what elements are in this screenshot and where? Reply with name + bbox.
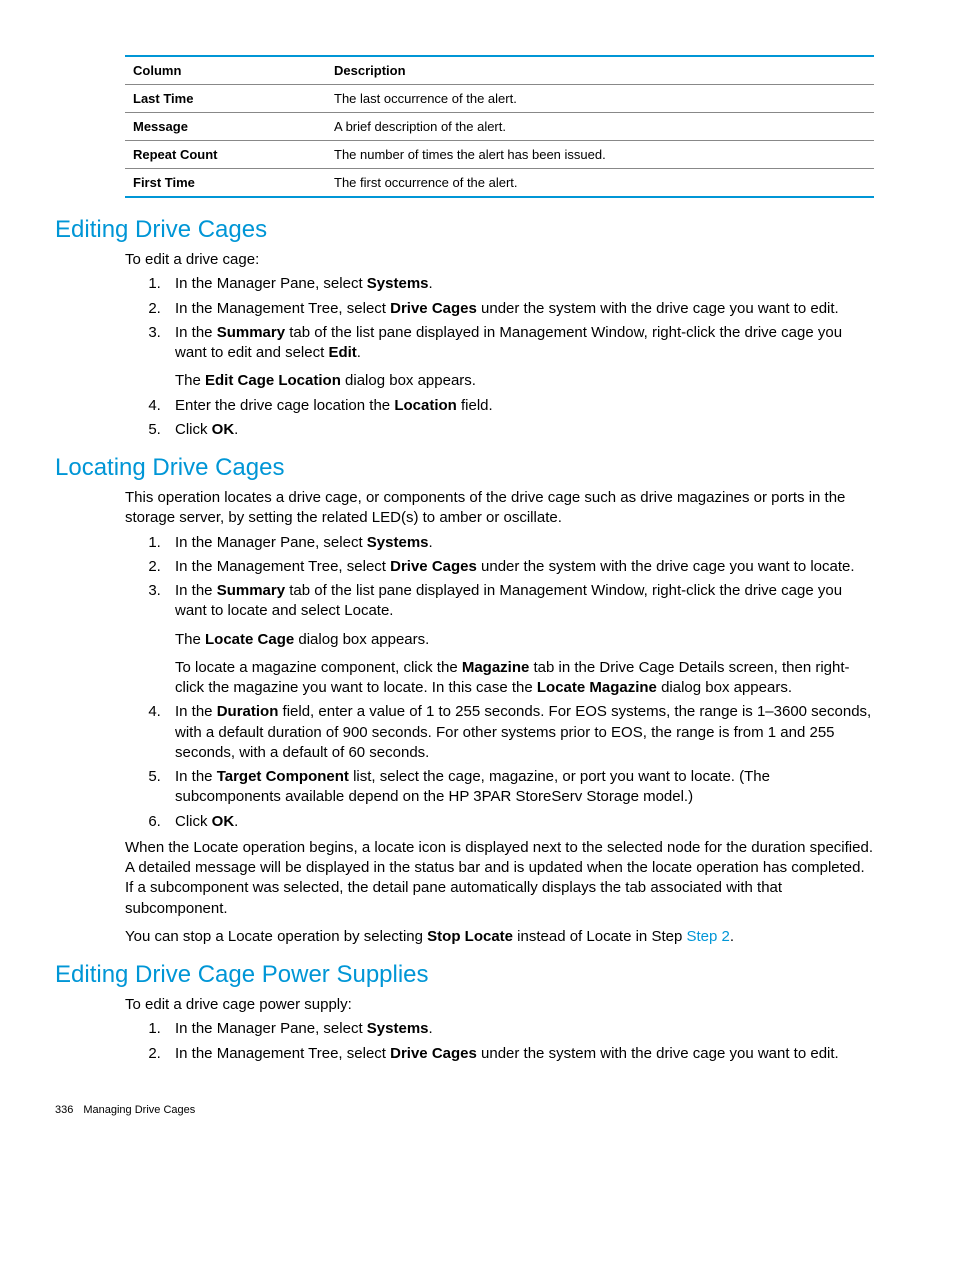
heading-locating-drive-cages: Locating Drive Cages — [55, 454, 874, 482]
bold-text: Duration — [217, 703, 279, 720]
text: . — [429, 534, 433, 551]
cell-desc: The first occurrence of the alert. — [326, 169, 874, 198]
text: In the Management Tree, select — [175, 558, 390, 575]
heading-editing-drive-cages: Editing Drive Cages — [55, 216, 874, 244]
bold-text: Magazine — [462, 659, 530, 676]
sub-paragraph: To locate a magazine component, click th… — [175, 658, 874, 699]
cell-desc: A brief description of the alert. — [326, 113, 874, 141]
steps-list-edit-power: In the Manager Pane, select Systems. In … — [125, 1019, 874, 1064]
bold-text: Edit Cage Location — [205, 372, 341, 389]
text: . — [234, 421, 238, 438]
text: The — [175, 372, 205, 389]
paragraph: You can stop a Locate operation by selec… — [125, 927, 874, 947]
bold-text: OK — [212, 813, 235, 830]
text: In the Manager Pane, select — [175, 275, 367, 292]
heading-editing-power-supplies: Editing Drive Cage Power Supplies — [55, 961, 874, 989]
text: . — [429, 275, 433, 292]
bold-text: Stop Locate — [427, 928, 513, 945]
text: In the — [175, 703, 217, 720]
list-item: Click OK. — [165, 812, 874, 832]
cell-col: Repeat Count — [125, 141, 326, 169]
text: under the system with the drive cage you… — [477, 1045, 839, 1062]
bold-text: Location — [394, 397, 457, 414]
text: The — [175, 631, 205, 648]
bold-text: Drive Cages — [390, 300, 477, 317]
table-header-column: Column — [125, 56, 326, 85]
document-page: Column Description Last Time The last oc… — [0, 0, 954, 1156]
bold-text: Locate Magazine — [537, 679, 657, 696]
paragraph: When the Locate operation begins, a loca… — [125, 838, 874, 919]
text: field. — [457, 397, 493, 414]
text: instead of Locate in Step — [513, 928, 686, 945]
list-item: Click OK. — [165, 420, 874, 440]
text: . — [234, 813, 238, 830]
table-row: Message A brief description of the alert… — [125, 113, 874, 141]
text: . — [730, 928, 734, 945]
table-row: Last Time The last occurrence of the ale… — [125, 85, 874, 113]
cell-col: Message — [125, 113, 326, 141]
text: In the Manager Pane, select — [175, 1020, 367, 1037]
text: In the Manager Pane, select — [175, 534, 367, 551]
cell-desc: The last occurrence of the alert. — [326, 85, 874, 113]
list-item: In the Management Tree, select Drive Cag… — [165, 299, 874, 319]
text: Click — [175, 813, 212, 830]
steps-list-edit-cages: In the Manager Pane, select Systems. In … — [125, 274, 874, 440]
list-item: In the Management Tree, select Drive Cag… — [165, 557, 874, 577]
text: dialog box appears. — [657, 679, 792, 696]
text: To locate a magazine component, click th… — [175, 659, 462, 676]
page-footer: 336 Managing Drive Cages — [55, 1104, 874, 1116]
list-item: Enter the drive cage location the Locati… — [165, 396, 874, 416]
text: under the system with the drive cage you… — [477, 558, 855, 575]
text: . — [429, 1020, 433, 1037]
bold-text: Systems — [367, 275, 429, 292]
list-item: In the Manager Pane, select Systems. — [165, 1019, 874, 1039]
intro-text: To edit a drive cage: — [125, 250, 874, 270]
list-item: In the Duration field, enter a value of … — [165, 702, 874, 763]
list-item: In the Summary tab of the list pane disp… — [165, 581, 874, 698]
cell-col: Last Time — [125, 85, 326, 113]
text: dialog box appears. — [341, 372, 476, 389]
text: In the — [175, 324, 217, 341]
bold-text: Target Component — [217, 768, 349, 785]
list-item: In the Target Component list, select the… — [165, 767, 874, 808]
text: You can stop a Locate operation by selec… — [125, 928, 427, 945]
bold-text: Systems — [367, 534, 429, 551]
bold-text: Drive Cages — [390, 1045, 477, 1062]
text: field, enter a value of 1 to 255 seconds… — [175, 703, 871, 761]
step-2-link[interactable]: Step 2 — [686, 928, 729, 945]
page-number: 336 — [55, 1104, 73, 1116]
intro-text: To edit a drive cage power supply: — [125, 995, 874, 1015]
text: dialog box appears. — [294, 631, 429, 648]
bold-text: Summary — [217, 324, 285, 341]
text: Click — [175, 421, 212, 438]
intro-text: This operation locates a drive cage, or … — [125, 488, 874, 529]
bold-text: Systems — [367, 1020, 429, 1037]
sub-paragraph: The Locate Cage dialog box appears. — [175, 630, 874, 650]
cell-desc: The number of times the alert has been i… — [326, 141, 874, 169]
alerts-columns-table: Column Description Last Time The last oc… — [125, 55, 874, 198]
bold-text: Locate Cage — [205, 631, 294, 648]
text: . — [357, 344, 361, 361]
text: In the Management Tree, select — [175, 1045, 390, 1062]
steps-list-locate-cages: In the Manager Pane, select Systems. In … — [125, 533, 874, 832]
footer-title: Managing Drive Cages — [83, 1104, 195, 1116]
text: under the system with the drive cage you… — [477, 300, 839, 317]
list-item: In the Manager Pane, select Systems. — [165, 533, 874, 553]
sub-paragraph: The Edit Cage Location dialog box appear… — [175, 371, 874, 391]
table-row: Repeat Count The number of times the ale… — [125, 141, 874, 169]
table-row: First Time The first occurrence of the a… — [125, 169, 874, 198]
bold-text: Edit — [328, 344, 356, 361]
list-item: In the Summary tab of the list pane disp… — [165, 323, 874, 392]
list-item: In the Management Tree, select Drive Cag… — [165, 1044, 874, 1064]
text: In the — [175, 582, 217, 599]
table-header-description: Description — [326, 56, 874, 85]
list-item: In the Manager Pane, select Systems. — [165, 274, 874, 294]
bold-text: Summary — [217, 582, 285, 599]
text: Enter the drive cage location the — [175, 397, 394, 414]
cell-col: First Time — [125, 169, 326, 198]
text: In the — [175, 768, 217, 785]
bold-text: Drive Cages — [390, 558, 477, 575]
bold-text: OK — [212, 421, 235, 438]
text: In the Management Tree, select — [175, 300, 390, 317]
